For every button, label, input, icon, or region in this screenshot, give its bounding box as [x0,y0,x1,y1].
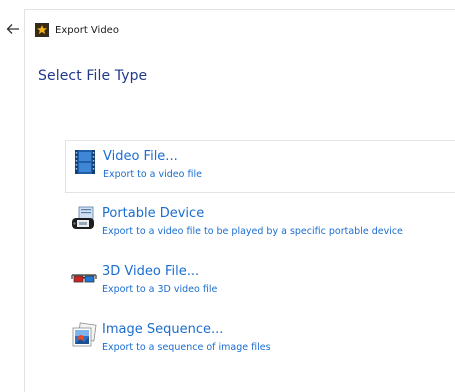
video-app-icon [35,23,49,37]
portable-device-icon [72,206,94,229]
option-description: Export to a video file to be played by a… [102,226,403,237]
back-button[interactable] [4,20,22,38]
window-title: Export Video [55,24,119,36]
option-3d-video-file[interactable]: 3D Video File... Export to a 3D video fi… [65,256,455,309]
option-video-file[interactable]: Video File... Export to a video file [65,140,455,193]
option-description: Export to a sequence of image files [102,342,271,353]
option-label: Video File... [103,149,178,164]
export-video-window: Export Video Select File Type Video File… [24,9,455,392]
title-bar: Export Video [35,20,119,40]
option-portable-device[interactable]: Portable Device Export to a video file t… [65,198,455,251]
film-strip-icon [75,150,95,174]
3d-glasses-icon [71,274,97,283]
page-title: Select File Type [38,68,148,84]
option-image-sequence[interactable]: Image Sequence... Export to a sequence o… [65,314,455,367]
option-label: Image Sequence... [102,322,224,337]
option-label: Portable Device [102,206,205,221]
image-sequence-icon [72,322,97,347]
arrow-left-icon [6,24,19,34]
option-label: 3D Video File... [102,264,200,279]
option-description: Export to a 3D video file [102,284,218,295]
option-description: Export to a video file [103,169,202,180]
